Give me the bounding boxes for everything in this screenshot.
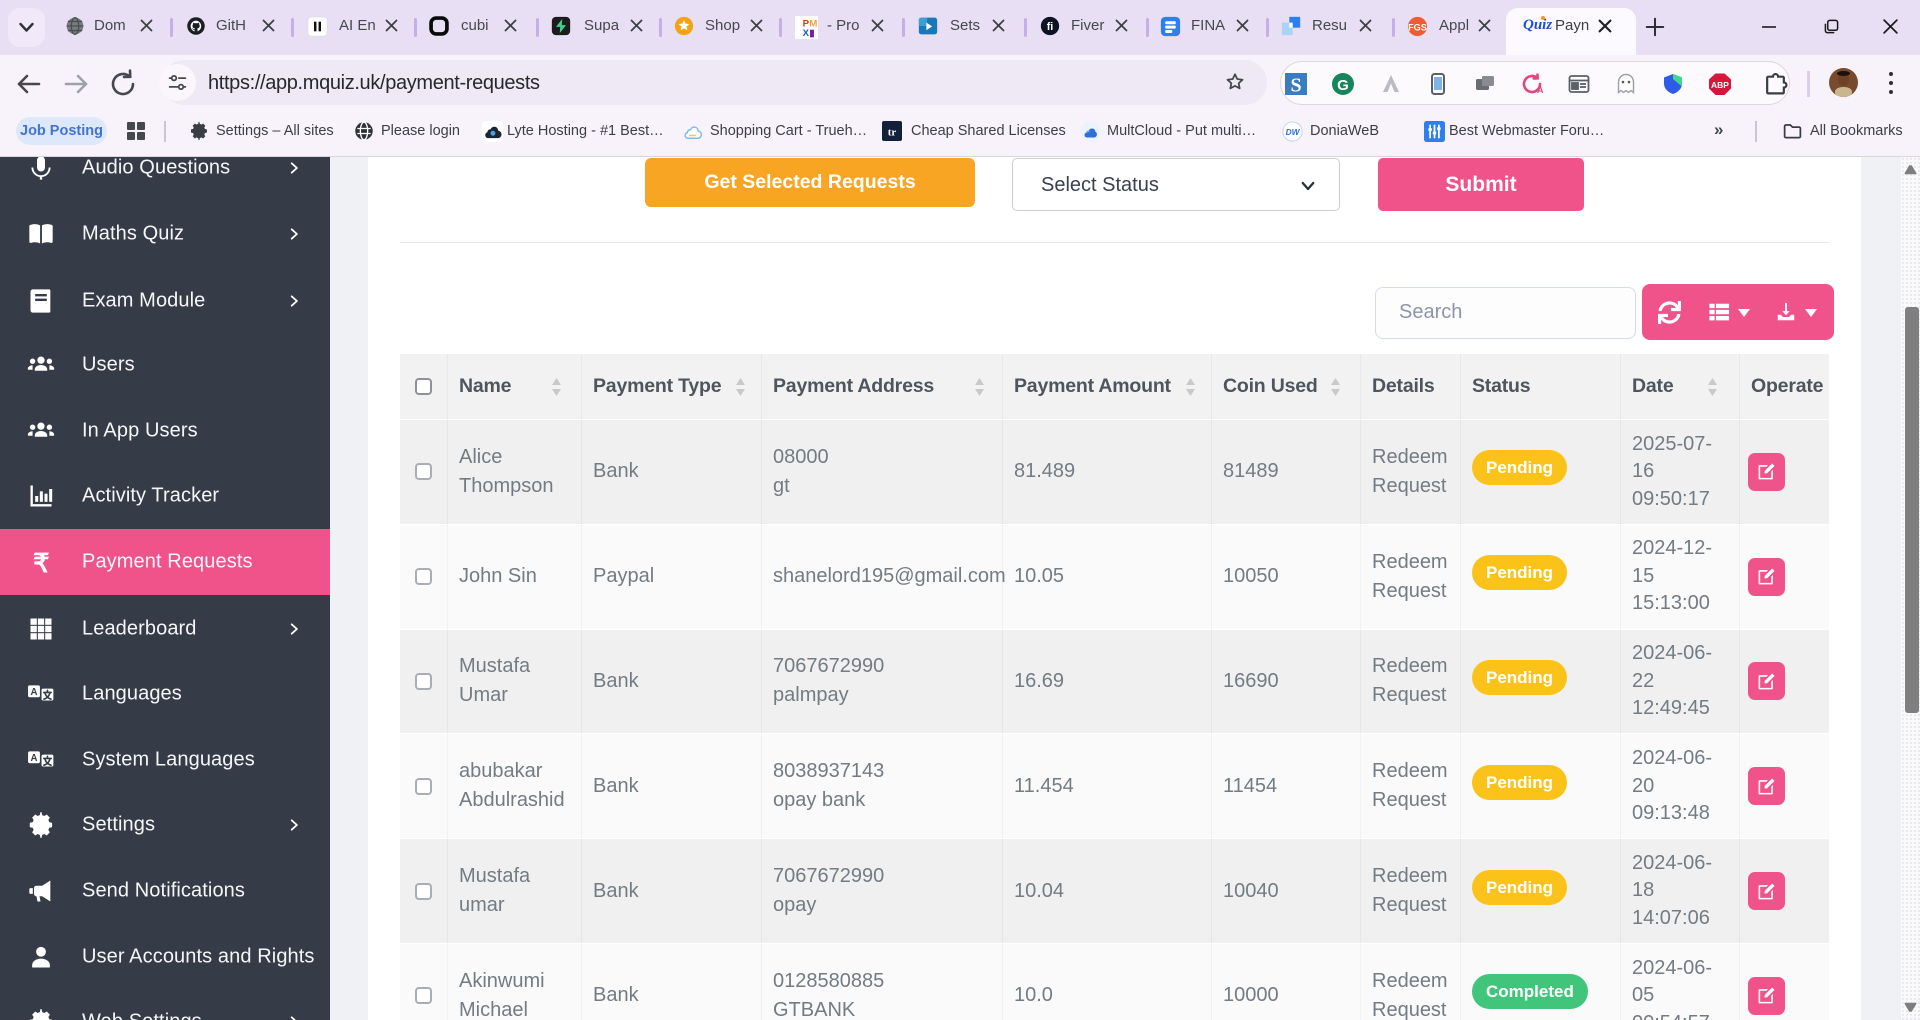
svg-text:ABP: ABP (1711, 80, 1729, 90)
svg-text:tr: tr (888, 127, 897, 139)
svg-text:A: A (30, 687, 37, 698)
svg-text:▮: ▮ (809, 28, 814, 39)
svg-text:FGS: FGS (1408, 22, 1427, 32)
svg-text:G: G (1337, 77, 1349, 94)
svg-text:A: A (1537, 85, 1544, 95)
svg-text:S: S (1290, 75, 1301, 97)
svg-text:A: A (30, 753, 37, 764)
svg-text:fi: fi (1047, 21, 1054, 33)
svg-text:DW: DW (1286, 127, 1301, 137)
